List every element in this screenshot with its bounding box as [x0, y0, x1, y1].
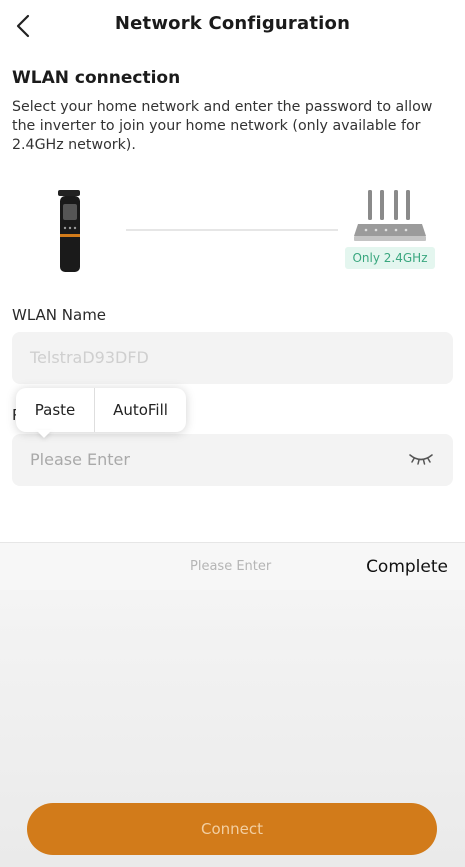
keyboard-accessory-bar: Please Enter Complete [0, 542, 465, 591]
eye-closed-icon[interactable] [407, 450, 435, 468]
wlan-name-label: WLAN Name [12, 306, 107, 324]
section-title: WLAN connection [12, 68, 181, 88]
password-field[interactable]: Please Enter [12, 434, 453, 486]
page-title: Network Configuration [114, 13, 351, 34]
wlan-name-value: TelstraD93DFD [30, 348, 149, 367]
connection-line [126, 229, 338, 231]
connect-button[interactable]: Connect [27, 803, 437, 855]
router-icon [350, 188, 430, 244]
wlan-name-field[interactable]: TelstraD93DFD [12, 332, 453, 384]
autofill-menu-item[interactable]: AutoFill [95, 388, 186, 432]
context-menu-arrow [36, 430, 52, 438]
paste-menu-item[interactable]: Paste [16, 388, 95, 432]
band-badge: Only 2.4GHz [345, 247, 435, 269]
text-context-menu: Paste AutoFill [16, 388, 186, 432]
password-placeholder: Please Enter [30, 450, 130, 469]
wifi-dongle-icon [54, 190, 86, 272]
complete-button[interactable]: Complete [366, 543, 448, 591]
keyboard-placeholder: Please Enter [190, 559, 272, 574]
section-description: Select your home network and enter the p… [12, 99, 433, 153]
